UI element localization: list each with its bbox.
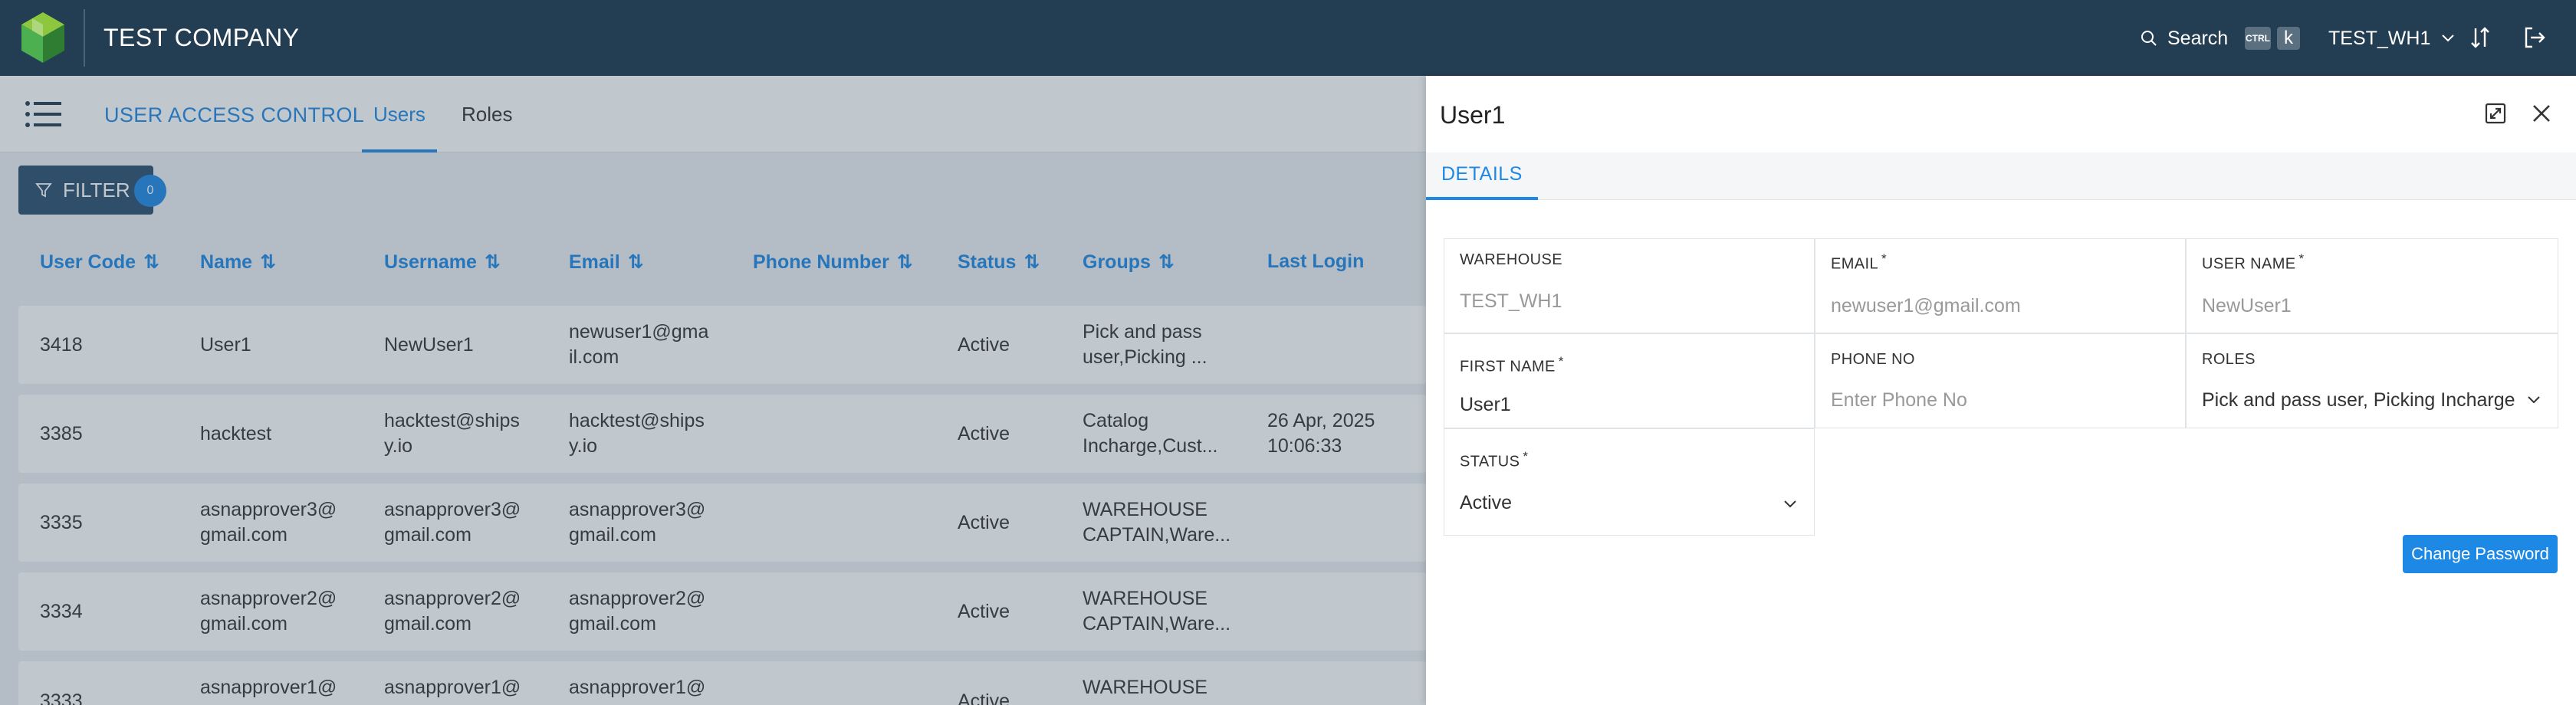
username-field[interactable]: USER NAME * NewUser1	[2186, 238, 2558, 333]
email-label: EMAIL *	[1831, 251, 1887, 274]
warehouse-label: WAREHOUSE	[1460, 251, 1562, 268]
warehouse-label: TEST_WH1	[2328, 27, 2431, 49]
chevron-down-icon	[2441, 34, 2455, 43]
phone-field[interactable]: PHONE NO Enter Phone No	[1815, 333, 2186, 428]
required-mark: *	[1523, 449, 1529, 464]
chevron-down-icon	[2527, 395, 2541, 405]
drawer-tab-bar: DETAILS	[1426, 152, 2576, 200]
roles-select[interactable]: ROLES Pick and pass user, Picking Inchar…	[2186, 333, 2558, 428]
required-mark: *	[1881, 251, 1888, 266]
first-name-field[interactable]: FIRST NAME * User1	[1444, 333, 1815, 428]
email-field[interactable]: EMAIL * newuser1@gmail.com	[1815, 238, 2186, 333]
first-name-value: User1	[1460, 394, 1511, 415]
company-logo-icon[interactable]	[17, 11, 69, 64]
first-name-label-text: FIRST NAME	[1460, 358, 1556, 375]
roles-value: Pick and pass user, Picking Incharge,	[2202, 389, 2516, 411]
close-icon[interactable]	[2530, 102, 2553, 125]
search-label: Search	[2167, 27, 2229, 49]
required-mark: *	[1558, 354, 1564, 369]
warehouse-selector[interactable]: TEST_WH1	[2328, 25, 2455, 52]
user-details-drawer: User1 DETAILS WAREHOUSE TEST_WH1 EMAIL * …	[1426, 76, 2576, 705]
status-label: STATUS *	[1460, 449, 1528, 471]
phone-label: PHONE NO	[1831, 351, 1915, 368]
email-value: newuser1@gmail.com	[1831, 295, 2021, 316]
warehouse-field[interactable]: WAREHOUSE TEST_WH1	[1444, 238, 1815, 333]
expand-icon[interactable]	[2484, 102, 2507, 125]
search-button[interactable]: Search	[2140, 25, 2239, 52]
roles-label: ROLES	[2202, 351, 2256, 368]
search-icon	[2140, 29, 2158, 48]
status-value: Active	[1460, 492, 1513, 513]
username-value: NewUser1	[2202, 295, 2292, 316]
sort-icon[interactable]	[2470, 26, 2490, 49]
logout-icon[interactable]	[2522, 25, 2547, 50]
shortcut-k-key: k	[2277, 27, 2300, 50]
email-label-text: EMAIL	[1831, 255, 1879, 273]
chevron-down-icon	[1783, 500, 1797, 509]
tab-details[interactable]: DETAILS	[1426, 152, 1538, 200]
change-password-button[interactable]: Change Password	[2403, 535, 2558, 573]
required-mark: *	[2298, 251, 2305, 266]
username-label: USER NAME *	[2202, 251, 2305, 274]
company-name: TEST COMPANY	[104, 24, 300, 51]
first-name-label: FIRST NAME *	[1460, 354, 1564, 376]
modal-backdrop[interactable]	[0, 76, 1426, 705]
shortcut-ctrl-key: CTRL	[2245, 27, 2271, 50]
status-select[interactable]: STATUS * Active	[1444, 428, 1815, 536]
phone-placeholder: Enter Phone No	[1831, 389, 1967, 411]
warehouse-value: TEST_WH1	[1460, 290, 1562, 312]
drawer-title: User1	[1440, 101, 1506, 129]
top-header: TEST COMPANY Search CTRL k TEST_WH1	[0, 0, 2576, 76]
username-label-text: USER NAME	[2202, 255, 2296, 273]
header-divider	[84, 9, 85, 67]
status-label-text: STATUS	[1460, 453, 1520, 471]
